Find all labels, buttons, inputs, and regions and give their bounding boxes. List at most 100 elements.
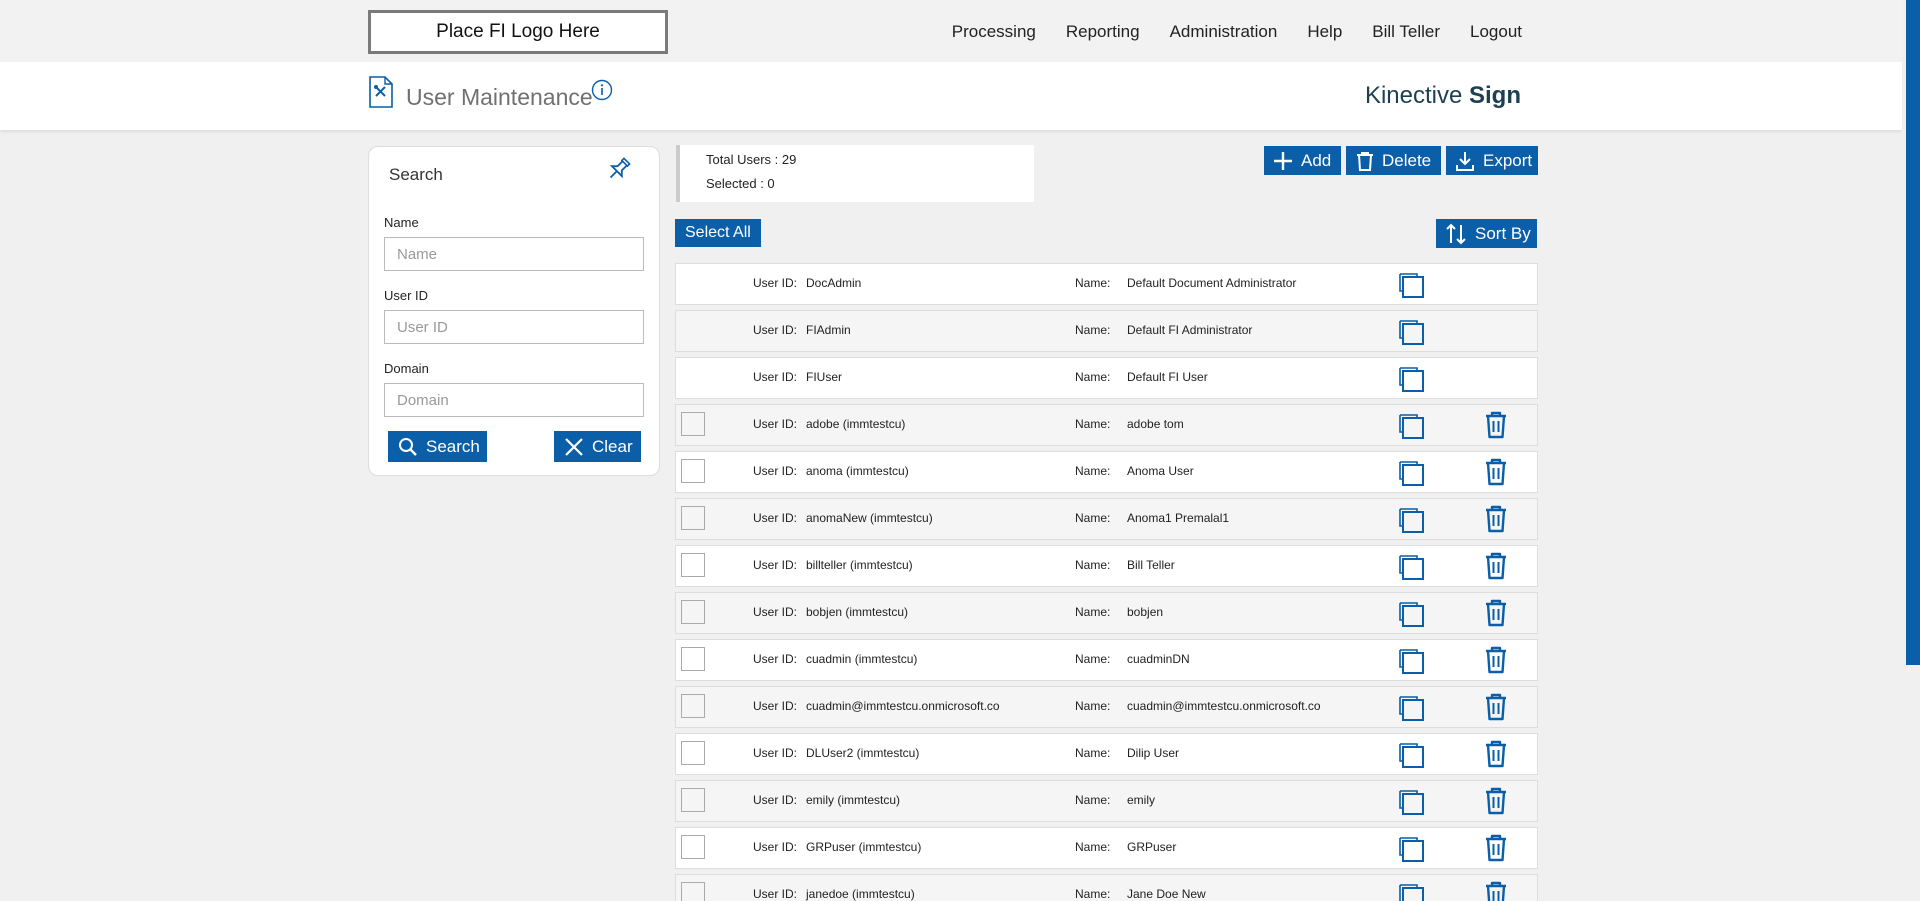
copy-icon[interactable] (1397, 647, 1425, 675)
trash-icon[interactable] (1484, 646, 1508, 674)
nav-user[interactable]: Bill Teller (1372, 22, 1440, 42)
user-id-label: User ID: (753, 840, 798, 854)
copy-icon[interactable] (1397, 318, 1425, 346)
trash-icon[interactable] (1484, 505, 1508, 533)
copy-icon[interactable] (1397, 506, 1425, 534)
row-checkbox[interactable] (681, 741, 705, 765)
copy-icon[interactable] (1397, 271, 1425, 299)
row-checkbox[interactable] (681, 694, 705, 718)
name-value: Default Document Administrator (1127, 276, 1297, 290)
search-button-label: Search (426, 436, 480, 456)
export-button[interactable]: Export (1446, 146, 1538, 175)
trash-icon[interactable] (1484, 552, 1508, 580)
user-row[interactable]: User ID: janedoe (immtestcu) Name: Jane Doe… (675, 874, 1538, 901)
copy-icon[interactable] (1397, 365, 1425, 393)
copy-icon[interactable] (1397, 741, 1425, 769)
user-id-value: DocAdmin (806, 276, 862, 290)
copy-icon[interactable] (1397, 600, 1425, 628)
row-checkbox[interactable] (681, 835, 705, 859)
download-icon (1456, 151, 1474, 171)
userid-input[interactable] (384, 310, 644, 344)
search-button[interactable]: Search (388, 431, 487, 462)
scrollbar-thumb[interactable] (1906, 0, 1920, 665)
logo-placeholder: Place FI Logo Here (368, 10, 668, 54)
name-label: Name: (1075, 464, 1111, 478)
user-row[interactable]: User ID: emily (immtestcu) Name: emily (675, 780, 1538, 822)
user-id-label: User ID: (753, 699, 798, 713)
trash-icon[interactable] (1484, 787, 1508, 815)
user-row[interactable]: User ID: DLUser2 (immtestcu) Name: Dilip Us… (675, 733, 1538, 775)
user-id-label: User ID: (753, 605, 798, 619)
user-row[interactable]: User ID: anoma (immtestcu) Name: Anoma User (675, 451, 1538, 493)
userid-label: User ID (384, 288, 429, 303)
name-value: emily (1127, 793, 1156, 807)
select-all-button[interactable]: Select All (675, 219, 761, 247)
user-row[interactable]: User ID: adobe (immtestcu) Name: adobe tom (675, 404, 1538, 446)
row-checkbox[interactable] (681, 647, 705, 671)
name-label: Name: (1075, 417, 1111, 431)
name-value: GRPuser (1127, 840, 1177, 854)
domain-input[interactable] (384, 383, 644, 417)
name-value: Anoma1 Premalal1 (1127, 511, 1230, 525)
user-row[interactable]: User ID: bobjen (immtestcu) Name: bobjen (675, 592, 1538, 634)
copy-icon[interactable] (1397, 694, 1425, 722)
name-label: Name: (1075, 370, 1111, 384)
nav-logout[interactable]: Logout (1470, 22, 1522, 42)
copy-icon[interactable] (1397, 553, 1425, 581)
add-button[interactable]: Add (1264, 146, 1341, 175)
trash-icon[interactable] (1484, 693, 1508, 721)
row-checkbox[interactable] (681, 506, 705, 530)
nav-reporting[interactable]: Reporting (1066, 22, 1140, 42)
trash-icon[interactable] (1484, 599, 1508, 627)
name-value: Jane Doe New (1127, 887, 1206, 901)
clear-button[interactable]: Clear (554, 431, 641, 462)
copy-icon[interactable] (1397, 788, 1425, 816)
trash-icon[interactable] (1484, 411, 1508, 439)
row-checkbox[interactable] (681, 882, 705, 901)
copy-icon[interactable] (1397, 835, 1425, 863)
scrollbar-track[interactable] (1902, 0, 1920, 901)
copy-icon[interactable] (1397, 459, 1425, 487)
user-id-label: User ID: (753, 464, 798, 478)
copy-icon[interactable] (1397, 882, 1425, 901)
sort-icon (1446, 223, 1466, 244)
row-checkbox[interactable] (681, 459, 705, 483)
trash-icon[interactable] (1484, 881, 1508, 901)
user-row[interactable]: User ID: DocAdmin Name: Default Document Ad… (675, 263, 1538, 305)
user-id-value: billteller (immtestcu) (806, 558, 913, 572)
user-row[interactable]: User ID: FIAdmin Name: Default FI Administr… (675, 310, 1538, 352)
name-value: Default FI Administrator (1127, 323, 1253, 337)
clear-button-label: Clear (592, 436, 633, 456)
top-nav-bar: Place FI Logo Here Processing Reporting … (0, 0, 1902, 62)
user-id-label: User ID: (753, 417, 798, 431)
delete-button-label: Delete (1382, 150, 1432, 170)
user-row[interactable]: User ID: FIUser Name: Default FI User (675, 357, 1538, 399)
row-checkbox[interactable] (681, 553, 705, 577)
trash-icon[interactable] (1484, 740, 1508, 768)
name-value: cuadmin@immtestcu.onmicrosoft.co (1127, 699, 1321, 713)
row-checkbox[interactable] (681, 412, 705, 436)
user-id-label: User ID: (753, 370, 798, 384)
row-checkbox[interactable] (681, 788, 705, 812)
user-row[interactable]: User ID: GRPuser (immtestcu) Name: GRPuser (675, 827, 1538, 869)
user-row[interactable]: User ID: cuadmin@immtestcu.onmicrosoft.co… (675, 686, 1538, 728)
trash-icon[interactable] (1484, 834, 1508, 862)
user-row[interactable]: User ID: anomaNew (immtestcu) Name: Anoma1 … (675, 498, 1538, 540)
plus-icon (1274, 151, 1292, 170)
nav-administration[interactable]: Administration (1170, 22, 1278, 42)
nav-help[interactable]: Help (1307, 22, 1342, 42)
user-row[interactable]: User ID: cuadmin (immtestcu) Name: cuadminD… (675, 639, 1538, 681)
info-icon[interactable] (591, 79, 613, 101)
sort-by-button[interactable]: Sort By (1436, 219, 1537, 248)
name-input[interactable] (384, 237, 644, 271)
trash-icon[interactable] (1484, 458, 1508, 486)
user-id-label: User ID: (753, 746, 798, 760)
nav-processing[interactable]: Processing (952, 22, 1036, 42)
copy-icon[interactable] (1397, 412, 1425, 440)
delete-button[interactable]: Delete (1346, 146, 1441, 175)
pin-icon[interactable] (605, 155, 633, 183)
user-row[interactable]: User ID: billteller (immtestcu) Name: Bill … (675, 545, 1538, 587)
user-id-value: FIUser (806, 370, 842, 384)
user-id-label: User ID: (753, 276, 798, 290)
row-checkbox[interactable] (681, 600, 705, 624)
